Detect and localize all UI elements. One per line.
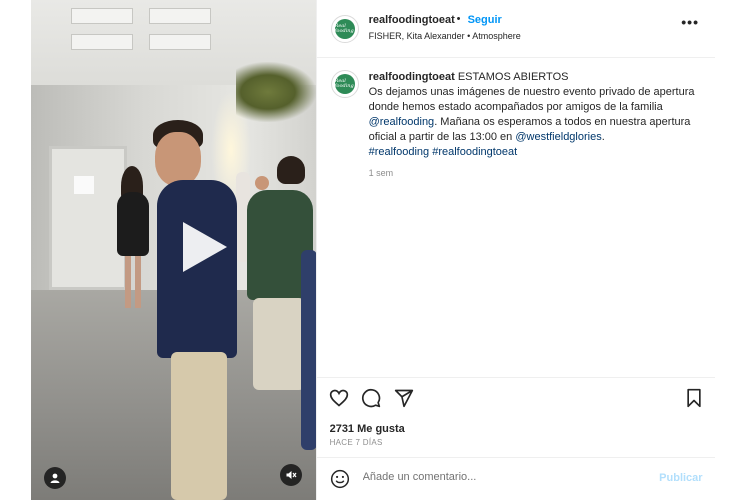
bookmark-icon[interactable] [685, 388, 703, 408]
ceiling-vent [149, 34, 211, 50]
video-person [301, 250, 316, 450]
play-icon[interactable] [183, 222, 227, 272]
hashtag-link[interactable]: #realfoodingtoeat [432, 146, 517, 158]
post-actions: 2731 Me gusta HACE 7 DÍAS [316, 377, 715, 458]
ceiling-vent [71, 34, 133, 50]
caption-avatar[interactable]: Real fooding [330, 70, 359, 98]
video-person [253, 298, 305, 390]
mention-link[interactable]: @westfieldglories [515, 131, 601, 143]
post-caption: realfoodingtoeat ESTAMOS ABIERTOS Os dej… [369, 70, 699, 181]
post-sidebar: Real fooding realfoodingtoeat • Seguir F… [315, 0, 715, 500]
ceiling-vent [149, 8, 211, 24]
comment-bar: Publicar [316, 457, 715, 500]
video-person [171, 352, 227, 500]
follow-button[interactable]: Seguir [468, 14, 502, 26]
tagged-user-button[interactable] [44, 467, 66, 489]
caption-text: Os dejamos unas imágenes de nuestro even… [368, 86, 695, 113]
username-link[interactable]: realfoodingtoeat [369, 14, 455, 26]
avatar[interactable]: Real fooding [330, 15, 359, 43]
audio-link[interactable]: FISHER, Kita Alexander • Atmosphere [369, 31, 521, 41]
hashtag-link[interactable]: #realfooding [369, 146, 430, 158]
publish-button[interactable]: Publicar [659, 472, 702, 484]
post-date: HACE 7 DÍAS [329, 438, 383, 447]
video-person [135, 256, 141, 308]
user-icon [50, 473, 60, 483]
mention-link[interactable]: @realfooding [369, 116, 435, 128]
caption-text: . [601, 131, 605, 143]
video-plant [236, 62, 316, 122]
post-header: Real fooding realfoodingtoeat • Seguir F… [316, 0, 715, 58]
video-person [117, 192, 149, 256]
paper-plane-icon[interactable] [394, 388, 414, 408]
video-person [155, 132, 201, 186]
post-video[interactable] [31, 0, 316, 500]
mute-button[interactable] [280, 464, 302, 486]
separator-dot: • [456, 13, 461, 25]
caption-headline: ESTAMOS ABIERTOS [457, 71, 569, 83]
post-modal: Real fooding realfoodingtoeat • Seguir F… [31, 0, 715, 500]
more-options-icon[interactable]: ••• [681, 14, 699, 30]
comment-bubble-icon[interactable] [361, 388, 381, 408]
caption-username[interactable]: realfoodingtoeat [369, 71, 455, 83]
caption-time: 1 sem [368, 168, 394, 178]
speaker-muted-icon [286, 471, 297, 479]
avatar-logo: Real fooding [334, 74, 355, 94]
heart-icon[interactable] [329, 388, 349, 408]
video-door [49, 146, 127, 290]
likes-count[interactable]: 2731 Me gusta [330, 423, 405, 435]
smiley-icon[interactable] [330, 469, 350, 489]
avatar-logo: Real fooding [334, 19, 355, 39]
video-door-sign [74, 176, 94, 194]
video-person [125, 256, 131, 308]
video-person [277, 156, 305, 184]
comment-input[interactable] [360, 470, 645, 484]
ceiling-vent [71, 8, 133, 24]
video-person [255, 176, 269, 190]
